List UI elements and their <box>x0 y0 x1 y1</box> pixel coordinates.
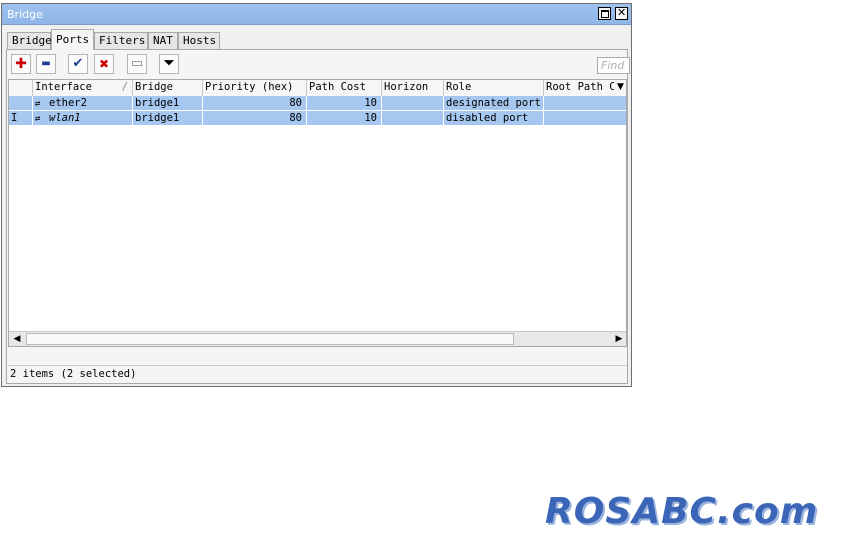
path-cost-cell: 10 <box>307 111 382 126</box>
remove-button[interactable]: ▬ <box>36 54 56 74</box>
horizon-cell <box>382 111 444 126</box>
column-chooser-icon[interactable]: ▼ <box>614 80 626 96</box>
interface-cell: ⇄ wlan1 <box>33 111 133 126</box>
scroll-left-icon[interactable]: ◀ <box>10 332 24 346</box>
note-icon: ▭ <box>130 56 144 71</box>
root-path-cost-cell <box>544 96 626 111</box>
column-horizon[interactable]: Horizon <box>382 80 444 96</box>
tab-nat[interactable]: NAT <box>148 32 178 49</box>
root-path-cost-cell <box>544 111 626 126</box>
watermark-logo: ROSABC.com <box>545 491 819 532</box>
plus-icon: ✚ <box>15 56 27 72</box>
minus-icon: ▬ <box>41 58 51 69</box>
disable-button[interactable]: ✖ <box>94 54 114 74</box>
interface-icon: ⇄ <box>35 99 41 109</box>
horizon-cell <box>382 96 444 111</box>
horizontal-scrollbar[interactable]: ◀ ▶ <box>9 331 626 346</box>
filter-button[interactable]: ⏷ <box>159 54 179 74</box>
ports-table: Interface / Bridge Priority (hex) Path C… <box>8 79 627 347</box>
title-bar[interactable]: Bridge <box>2 4 631 25</box>
add-button[interactable]: ✚ <box>11 54 31 74</box>
tab-hosts[interactable]: Hosts <box>178 32 220 49</box>
table-row[interactable]: ⇄ ether2 bridge1 80 10 designated port <box>9 96 626 111</box>
column-interface-label: Interface <box>35 81 92 93</box>
column-flags[interactable] <box>9 80 33 96</box>
row-flag <box>9 96 33 111</box>
bridge-window: Bridge Bridge Ports Filters NAT Hosts ✚ … <box>1 3 632 387</box>
x-icon: ✖ <box>98 57 110 71</box>
scrollbar-thumb[interactable] <box>26 333 514 345</box>
interface-name: ether2 <box>49 97 87 109</box>
find-input[interactable]: Find <box>597 57 630 74</box>
priority-cell: 80 <box>203 111 307 126</box>
sort-icon: / <box>121 81 128 93</box>
role-cell: disabled port <box>444 111 544 126</box>
column-path-cost[interactable]: Path Cost <box>307 80 382 96</box>
tab-filters[interactable]: Filters <box>94 32 148 49</box>
bridge-cell: bridge1 <box>133 96 203 111</box>
bridge-cell: bridge1 <box>133 111 203 126</box>
maximize-icon[interactable] <box>598 7 611 20</box>
check-icon: ✔ <box>72 56 84 71</box>
interface-cell: ⇄ ether2 <box>33 96 133 111</box>
interface-name: wlan1 <box>49 112 81 124</box>
status-bar: 2 items (2 selected) <box>8 365 627 382</box>
table-header: Interface / Bridge Priority (hex) Path C… <box>9 80 626 97</box>
column-role[interactable]: Role <box>444 80 544 96</box>
column-root-path-cost[interactable]: Root Path C <box>544 80 614 96</box>
enable-button[interactable]: ✔ <box>68 54 88 74</box>
row-flag: I <box>9 111 33 126</box>
tab-bridge[interactable]: Bridge <box>7 32 52 49</box>
column-priority[interactable]: Priority (hex) <box>203 80 307 96</box>
ports-panel: ✚ ▬ ✔ ✖ ▭ ⏷ Find Interface / Bridge Prio… <box>6 49 630 384</box>
toolbar: ✚ ▬ ✔ ✖ ▭ ⏷ Find <box>11 54 630 76</box>
window-title: Bridge <box>7 8 43 21</box>
scroll-right-icon[interactable]: ▶ <box>612 332 626 346</box>
role-cell: designated port <box>444 96 544 111</box>
interface-icon: ⇄ <box>35 114 41 124</box>
table-row[interactable]: I ⇄ wlan1 bridge1 80 10 disabled port <box>9 111 626 126</box>
path-cost-cell: 10 <box>307 96 382 111</box>
comment-button[interactable]: ▭ <box>127 54 147 74</box>
filter-icon: ⏷ <box>163 56 175 71</box>
column-bridge[interactable]: Bridge <box>133 80 203 96</box>
close-icon[interactable] <box>615 6 628 20</box>
tab-ports[interactable]: Ports <box>51 29 94 50</box>
priority-cell: 80 <box>203 96 307 111</box>
column-interface[interactable]: Interface / <box>33 80 133 96</box>
